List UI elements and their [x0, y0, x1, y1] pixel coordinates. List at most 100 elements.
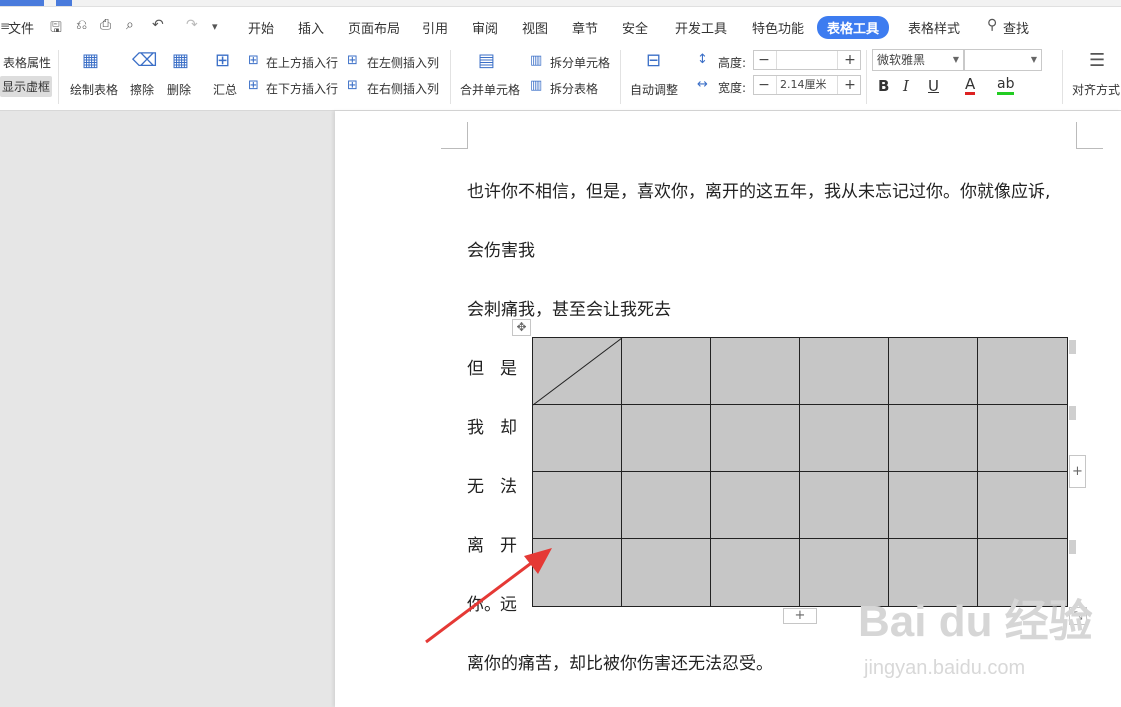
divider	[866, 50, 867, 104]
split-table-button[interactable]: 拆分表格	[550, 80, 598, 97]
page-corner-mark	[1076, 122, 1103, 149]
tab-view[interactable]: 视图	[522, 18, 548, 37]
add-row-button[interactable]: +	[783, 608, 817, 624]
table-cell[interactable]	[978, 472, 1067, 539]
column-text: 我	[467, 418, 484, 438]
word-table[interactable]	[532, 337, 1068, 607]
divider	[450, 50, 451, 104]
table-cell[interactable]	[533, 405, 622, 472]
insert-row-above-icon: ⊞	[248, 53, 259, 68]
print-icon[interactable]: ⎙	[100, 17, 111, 33]
table-cell[interactable]	[978, 338, 1067, 405]
tab-page-layout[interactable]: 页面布局	[348, 18, 400, 37]
table-cell[interactable]	[800, 338, 889, 405]
width-decrease-button[interactable]: −	[754, 76, 774, 94]
merge-cells-icon: ▤	[478, 50, 496, 71]
chevron-down-icon: ▼	[952, 55, 959, 64]
auto-adjust-icon: ⊟	[646, 50, 662, 71]
undo-icon[interactable]: ↶	[152, 17, 164, 33]
table-move-handle-icon[interactable]: ✥	[512, 319, 531, 336]
search-label[interactable]: 查找	[1003, 18, 1029, 37]
merge-cells-button[interactable]: 合并单元格	[460, 81, 520, 98]
height-decrease-button[interactable]: −	[754, 51, 774, 69]
tab-home[interactable]: 开始	[248, 18, 274, 37]
tab-chapter[interactable]: 章节	[572, 18, 598, 37]
underline-button[interactable]: U	[928, 77, 939, 95]
width-increase-button[interactable]: +	[840, 76, 860, 94]
split-cells-icon: ▥	[530, 53, 543, 68]
table-cell[interactable]	[711, 405, 800, 472]
tab-references[interactable]: 引用	[422, 18, 448, 37]
customize-icon[interactable]: ▾	[212, 20, 218, 33]
table-cell[interactable]	[622, 539, 711, 606]
tab-special[interactable]: 特色功能	[752, 18, 804, 37]
highlight-button[interactable]: ab	[997, 77, 1015, 95]
tab-insert[interactable]: 插入	[298, 18, 324, 37]
height-increase-button[interactable]: +	[840, 51, 860, 69]
search-icon[interactable]: ⚲	[987, 17, 997, 33]
add-column-button[interactable]: +	[1069, 455, 1086, 488]
row-resize-handle[interactable]	[1069, 340, 1076, 354]
paragraph-line: 离你的痛苦，却比被你伤害还无法忍受。	[467, 654, 773, 674]
table-cell[interactable]	[622, 472, 711, 539]
split-table-icon: ▥	[530, 78, 543, 93]
table-cell[interactable]	[889, 472, 978, 539]
height-label: 高度:	[718, 56, 747, 70]
height-stepper[interactable]: − +	[753, 50, 861, 70]
save-icon[interactable]: 🖫	[50, 17, 62, 41]
row-resize-handle[interactable]	[1069, 540, 1076, 554]
summary-button[interactable]: 汇总	[213, 81, 237, 98]
column-text: 法	[500, 477, 517, 497]
chevron-down-icon: ▼	[1030, 55, 1037, 64]
format-painter-icon[interactable]: ⎌	[76, 17, 87, 33]
row-resize-handle[interactable]	[1069, 406, 1076, 420]
auto-adjust-button[interactable]: 自动调整	[630, 81, 678, 98]
bold-button[interactable]: B	[878, 77, 889, 95]
split-cells-button[interactable]: 拆分单元格	[550, 54, 610, 71]
erase-button[interactable]: 擦除	[130, 81, 154, 98]
insert-col-left-button[interactable]: 在左侧插入列	[367, 54, 439, 71]
document-tab[interactable]	[0, 0, 44, 6]
height-icon: ↕	[697, 52, 708, 67]
new-tab[interactable]	[56, 0, 72, 6]
redo-icon[interactable]: ↷	[186, 17, 198, 33]
table-cell[interactable]	[889, 338, 978, 405]
top-tab-strip	[0, 0, 1121, 7]
table-cell[interactable]	[622, 405, 711, 472]
table-cell[interactable]	[711, 472, 800, 539]
file-menu[interactable]: 文件	[8, 18, 34, 37]
tab-review[interactable]: 审阅	[472, 18, 498, 37]
table-cell[interactable]	[978, 405, 1067, 472]
insert-col-left-icon: ⊞	[347, 53, 358, 68]
table-cell[interactable]	[889, 405, 978, 472]
baidu-jingyan-url-watermark: jingyan.baidu.com	[864, 657, 1026, 679]
align-button[interactable]: 对齐方式	[1072, 81, 1120, 98]
paragraph-line: 会刺痛我，甚至会让我死去	[467, 300, 671, 320]
summary-icon: ⊞	[215, 50, 231, 71]
table-cell[interactable]	[800, 405, 889, 472]
width-input[interactable]: 2.14厘米	[776, 76, 838, 94]
insert-row-below-button[interactable]: 在下方插入行	[266, 80, 338, 97]
print-preview-icon[interactable]: ⌕	[126, 17, 134, 33]
table-cell[interactable]	[533, 472, 622, 539]
tab-table-tools[interactable]: 表格工具	[817, 16, 890, 39]
table-cell[interactable]	[622, 338, 711, 405]
font-name-select[interactable]: 微软雅黑 ▼	[872, 49, 964, 71]
table-cell[interactable]	[711, 539, 800, 606]
insert-row-above-button[interactable]: 在上方插入行	[266, 54, 338, 71]
italic-button[interactable]: I	[903, 77, 909, 95]
table-cell[interactable]	[711, 338, 800, 405]
width-stepper[interactable]: − 2.14厘米 +	[753, 75, 861, 95]
delete-button[interactable]: 删除	[167, 81, 191, 98]
tab-security[interactable]: 安全	[622, 18, 648, 37]
tab-table-style[interactable]: 表格样式	[908, 18, 960, 37]
insert-col-right-button[interactable]: 在右侧插入列	[367, 80, 439, 97]
tab-developer[interactable]: 开发工具	[675, 18, 727, 37]
font-size-select[interactable]: ▼	[964, 49, 1042, 71]
show-gridlines-button[interactable]: 显示虚框	[0, 76, 53, 97]
table-cell[interactable]	[800, 472, 889, 539]
draw-table-button[interactable]: 绘制表格	[70, 81, 118, 98]
height-input[interactable]	[776, 51, 838, 69]
font-color-button[interactable]: A	[965, 77, 976, 95]
table-properties-button[interactable]: 表格属性	[3, 54, 51, 71]
